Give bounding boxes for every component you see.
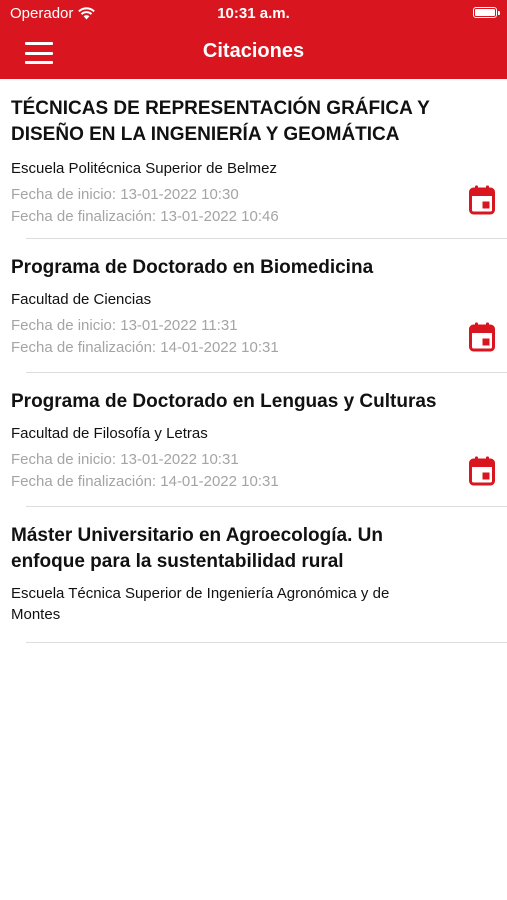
item-faculty: Facultad de Filosofía y Letras: [11, 425, 208, 442]
item-faculty: Escuela Politécnica Superior de Belmez: [11, 160, 277, 177]
item-dates: Fecha de inicio: 13-01-2022 10:30 Fecha …: [11, 184, 437, 228]
item-faculty: Escuela Técnica Superior de Ingeniería A…: [11, 585, 390, 623]
item-end-date: Fecha de finalización: 14-01-2022 10:31: [11, 473, 279, 490]
page-title: Citaciones: [202, 40, 305, 62]
item-title: Programa de Doctorado en Lenguas y Cultu…: [11, 391, 437, 412]
nav-bar: Citaciones: [0, 28, 507, 79]
item-title: Máster Universitario en Agroecología. Un…: [11, 525, 383, 572]
item-start-date: Fecha de inicio: 13-01-2022 10:31: [11, 451, 239, 468]
status-time: 10:31 a.m.: [217, 5, 290, 22]
citations-list: TÉCNICAS DE REPRESENTACIÓN GRÁFICA Y DIS…: [0, 79, 507, 643]
item-end-date: Fecha de finalización: 14-01-2022 10:31: [11, 339, 279, 356]
list-item[interactable]: TÉCNICAS DE REPRESENTACIÓN GRÁFICA Y DIS…: [0, 79, 507, 225]
battery-icon: [473, 7, 500, 18]
item-start-date: Fecha de inicio: 13-01-2022 10:30: [11, 186, 239, 203]
status-bar: Operador 10:31 a.m.: [0, 0, 507, 28]
item-title: TÉCNICAS DE REPRESENTACIÓN GRÁFICA Y DIS…: [11, 98, 430, 145]
item-title: Programa de Doctorado en Biomedicina: [11, 257, 374, 278]
item-start-date: Fecha de inicio: 13-01-2022 11:31: [11, 317, 238, 334]
list-divider: [26, 642, 507, 643]
top-bar: Operador 10:31 a.m. Citaciones: [0, 0, 507, 79]
item-faculty: Facultad de Ciencias: [11, 291, 152, 308]
calendar-icon[interactable]: [469, 185, 495, 215]
list-item[interactable]: Programa de Doctorado en Biomedicina Fac…: [0, 239, 507, 372]
app-screen: Operador 10:31 a.m. Citaciones TÉCNICAS …: [0, 0, 507, 900]
list-item[interactable]: Máster Universitario en Agroecología. Un…: [0, 507, 507, 642]
item-end-date: Fecha de finalización: 13-01-2022 10:46: [11, 208, 279, 225]
calendar-icon[interactable]: [469, 456, 495, 486]
calendar-icon[interactable]: [469, 322, 495, 352]
list-item[interactable]: Programa de Doctorado en Lenguas y Cultu…: [0, 373, 507, 506]
item-dates: Fecha de inicio: 13-01-2022 10:31 Fecha …: [11, 449, 437, 493]
item-dates: Fecha de inicio: 13-01-2022 11:31 Fecha …: [11, 315, 437, 359]
